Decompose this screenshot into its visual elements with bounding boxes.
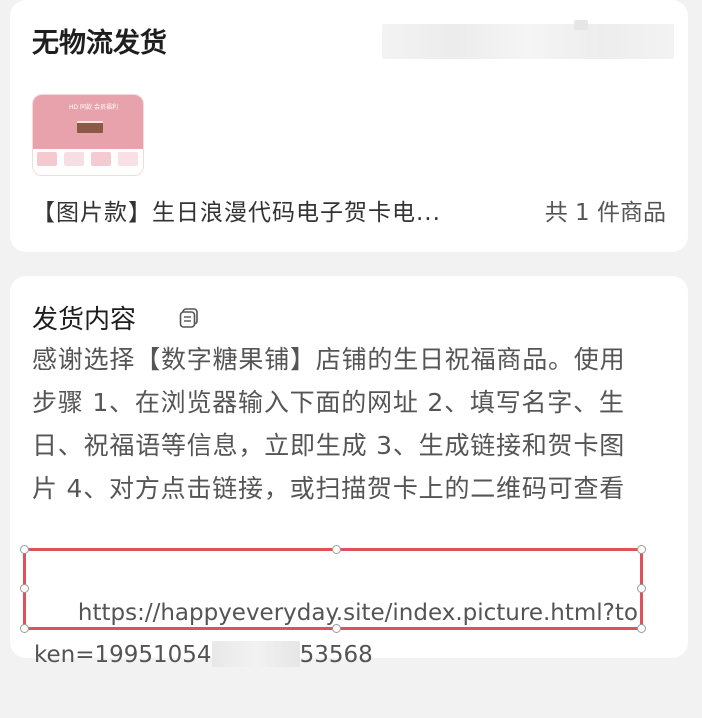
mini-card-image (64, 152, 84, 166)
mini-card-image (118, 152, 138, 166)
product-title[interactable]: 【图片款】生日浪漫代码电子贺卡电... (32, 196, 441, 230)
product-count: 共 1 件商品 (544, 200, 666, 226)
delivery-link-box[interactable]: https://happyeveryday.site/index.picture… (20, 545, 646, 668)
product-thumbnail[interactable]: HD 同款 会员福利 (32, 94, 144, 176)
thumbnail-caption: HD 同款 会员福利 (69, 104, 118, 111)
delivery-link[interactable]: https://happyeveryday.site/index.picture… (34, 550, 644, 718)
delivery-content-card: 发货内容 感谢选择【数字糖果铺】店铺的生日祝福商品。使用步骤 1、在浏览器输入下… (10, 276, 688, 668)
selection-handle[interactable] (20, 584, 29, 593)
selection-handle[interactable] (332, 624, 341, 633)
mini-card-image (91, 152, 111, 166)
content-title: 发货内容 (32, 305, 137, 335)
selection-handle[interactable] (637, 584, 646, 593)
shipping-card: 无物流发货 HD 同款 会员福利 【图片款】生日浪漫代码电子贺卡电... 共 1… (10, 0, 688, 252)
delivery-description: 感谢选择【数字糖果铺】店铺的生日祝福商品。使用步骤 1、在浏览器输入下面的网址 … (32, 345, 626, 503)
blurred-info (382, 20, 674, 59)
link-text-end: 53568 (299, 642, 373, 668)
selection-handle[interactable] (332, 545, 341, 554)
copy-icon[interactable] (178, 307, 200, 329)
shipping-title: 无物流发货 (32, 28, 167, 59)
cake-icon (77, 121, 103, 133)
mini-card-image (37, 152, 57, 166)
selection-handle[interactable] (20, 624, 29, 633)
selection-handle[interactable] (20, 545, 29, 554)
selection-handle[interactable] (637, 545, 646, 554)
redacted-token (211, 641, 300, 667)
selection-handle[interactable] (637, 624, 646, 633)
